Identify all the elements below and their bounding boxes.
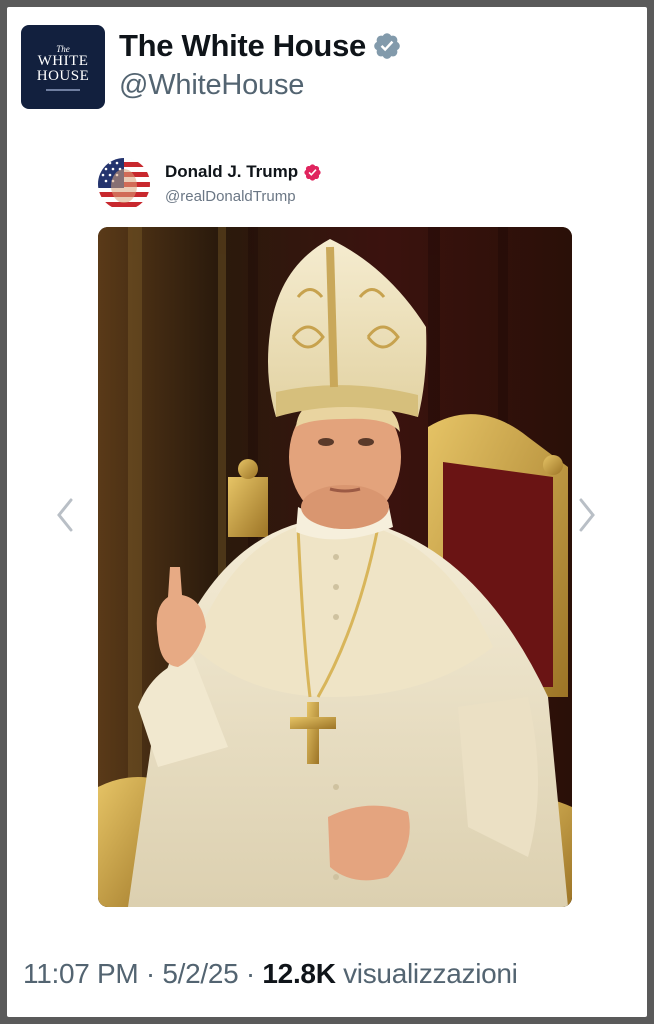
flag-portrait-avatar-icon — [98, 158, 150, 210]
author-handle[interactable]: @WhiteHouse — [119, 69, 304, 102]
post-media-image[interactable] — [98, 227, 572, 907]
quoted-author-avatar[interactable] — [98, 158, 150, 210]
avatar-logo-underline — [46, 88, 80, 91]
author-name-row: The White House — [119, 27, 402, 65]
author-display-name[interactable]: The White House — [119, 28, 366, 64]
chevron-left-icon[interactable] — [55, 497, 75, 533]
views-label: visualizzazioni — [343, 958, 518, 989]
views-count: 12.8K — [262, 958, 336, 989]
chevron-right-icon[interactable] — [577, 497, 597, 533]
post-date[interactable]: 5/2/25 — [162, 958, 238, 989]
post-meta: 11:07 PM · 5/2/25 · 12.8K visualizzazion… — [23, 958, 518, 990]
white-house-avatar[interactable]: The WHITE HOUSE — [21, 25, 105, 109]
verified-badge-icon — [374, 33, 400, 59]
avatar-logo-line2: WHITE — [37, 52, 89, 69]
papal-portrait-image-icon — [98, 227, 572, 907]
verified-badge-icon — [304, 163, 321, 181]
quoted-handle[interactable]: @realDonaldTrump — [165, 188, 296, 205]
quoted-display-name[interactable]: Donald J. Trump — [165, 162, 298, 182]
meta-separator: · — [138, 958, 163, 989]
tweet-screenshot: The WHITE HOUSE The White House @WhiteHo… — [7, 7, 647, 1017]
meta-separator: · — [238, 958, 263, 989]
quoted-name-row: Donald J. Trump — [165, 162, 322, 182]
avatar-logo-line3: HOUSE — [36, 67, 90, 84]
post-time[interactable]: 11:07 PM — [23, 958, 139, 989]
avatar-logo-line1: The — [56, 43, 70, 54]
